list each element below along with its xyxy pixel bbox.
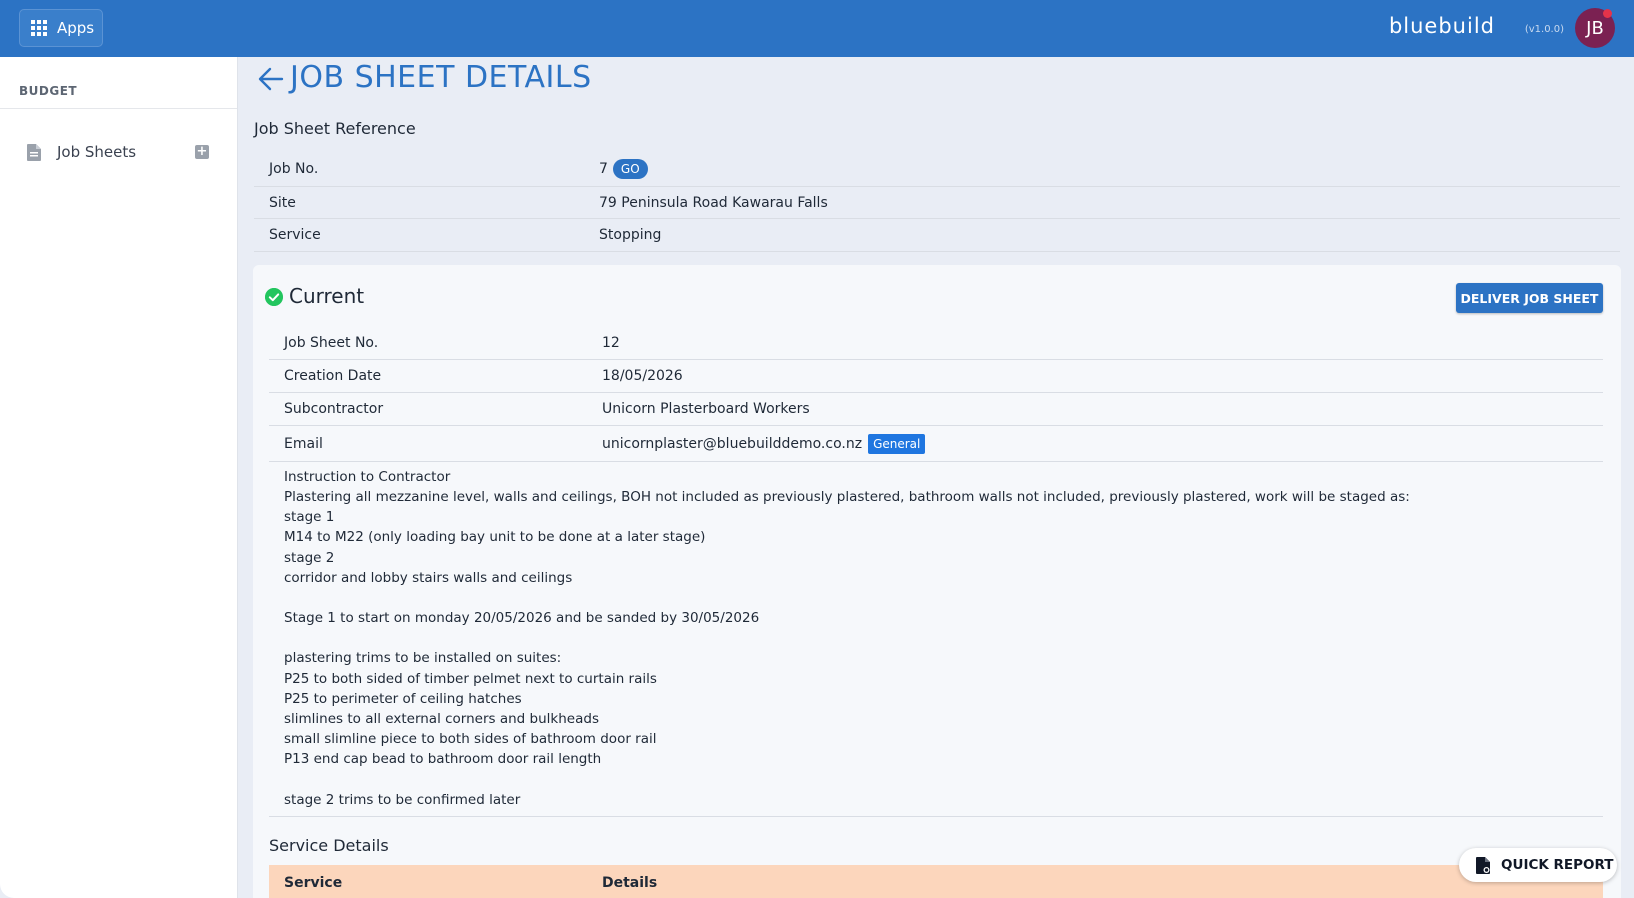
row-value: Stopping: [599, 227, 662, 243]
status-label: Current: [289, 284, 365, 308]
service-details-title: Service Details: [269, 836, 389, 855]
back-arrow-icon[interactable]: [258, 66, 284, 92]
quick-report-button[interactable]: QUICK REPORT: [1459, 848, 1617, 882]
email-value: unicornplaster@bluebuilddemo.co.nz: [602, 435, 863, 452]
brand-name: bluebuild: [1388, 14, 1495, 38]
table-row: Creation Date 18/05/2026: [269, 360, 1603, 393]
add-icon[interactable]: +: [195, 145, 209, 159]
job-sheet-details-table: Job Sheet No. 12 Creation Date 18/05/202…: [269, 327, 1603, 462]
row-value: 18/05/2026: [602, 368, 683, 384]
grid-icon: [31, 20, 47, 36]
current-job-sheet-card: Current DELIVER JOB SHEET Job Sheet No. …: [253, 265, 1621, 898]
report-icon: [1476, 856, 1490, 874]
reference-table: Job No. 7 GO Site 79 Peninsula Road Kawa…: [254, 151, 1620, 252]
row-value: 12: [602, 335, 620, 351]
row-label: Service: [269, 227, 321, 243]
row-label: Creation Date: [284, 368, 382, 384]
email-type-badge: General: [868, 433, 926, 454]
page-title: JOB SHEET DETAILS: [290, 60, 592, 95]
table-row: Site 79 Peninsula Road Kawarau Falls: [254, 187, 1620, 219]
job-number: 7: [599, 160, 608, 177]
apps-button[interactable]: Apps: [19, 9, 103, 47]
document-icon: [27, 143, 41, 161]
row-value: Unicorn Plasterboard Workers: [602, 401, 810, 417]
row-value-container: 7 GO: [599, 158, 1620, 179]
quick-report-label: QUICK REPORT: [1501, 857, 1614, 873]
row-label: Subcontractor: [284, 401, 384, 417]
column-header-service: Service: [284, 875, 343, 891]
top-bar: Apps bluebuild (v1.0.0) JB: [0, 0, 1634, 57]
row-label: Job No.: [269, 160, 319, 177]
sidebar: BUDGET Job Sheets +: [0, 57, 238, 898]
app-version: (v1.0.0): [1524, 24, 1564, 35]
row-value: 79 Peninsula Road Kawarau Falls: [599, 194, 828, 211]
table-row: Subcontractor Unicorn Plasterboard Worke…: [269, 393, 1603, 426]
row-label: Site: [269, 194, 296, 211]
column-header-details: Details: [602, 875, 658, 891]
contractor-instructions: Instruction to Contractor Plastering all…: [269, 461, 1603, 817]
row-label: Email: [284, 435, 323, 452]
check-circle-icon: [265, 288, 283, 306]
row-value-container: unicornplaster@bluebuilddemo.co.nz Gener…: [602, 433, 1603, 454]
service-details-header: Service Details: [269, 865, 1603, 898]
sidebar-item-job-sheets[interactable]: Job Sheets +: [18, 133, 220, 171]
sidebar-divider: [0, 108, 237, 109]
sidebar-heading: BUDGET: [19, 84, 78, 98]
table-row: Job Sheet No. 12: [269, 327, 1603, 360]
table-row: Email unicornplaster@bluebuilddemo.co.nz…: [269, 426, 1603, 462]
table-row: Service Stopping: [254, 219, 1620, 252]
apps-label: Apps: [57, 19, 95, 37]
go-button[interactable]: GO: [612, 158, 648, 179]
reference-title: Job Sheet Reference: [254, 119, 416, 138]
row-label: Job Sheet No.: [284, 335, 379, 351]
sidebar-item-label: Job Sheets: [57, 143, 137, 161]
table-row: Job No. 7 GO: [254, 151, 1620, 187]
deliver-job-sheet-button[interactable]: DELIVER JOB SHEET: [1456, 283, 1603, 313]
notification-dot: [1603, 9, 1612, 18]
